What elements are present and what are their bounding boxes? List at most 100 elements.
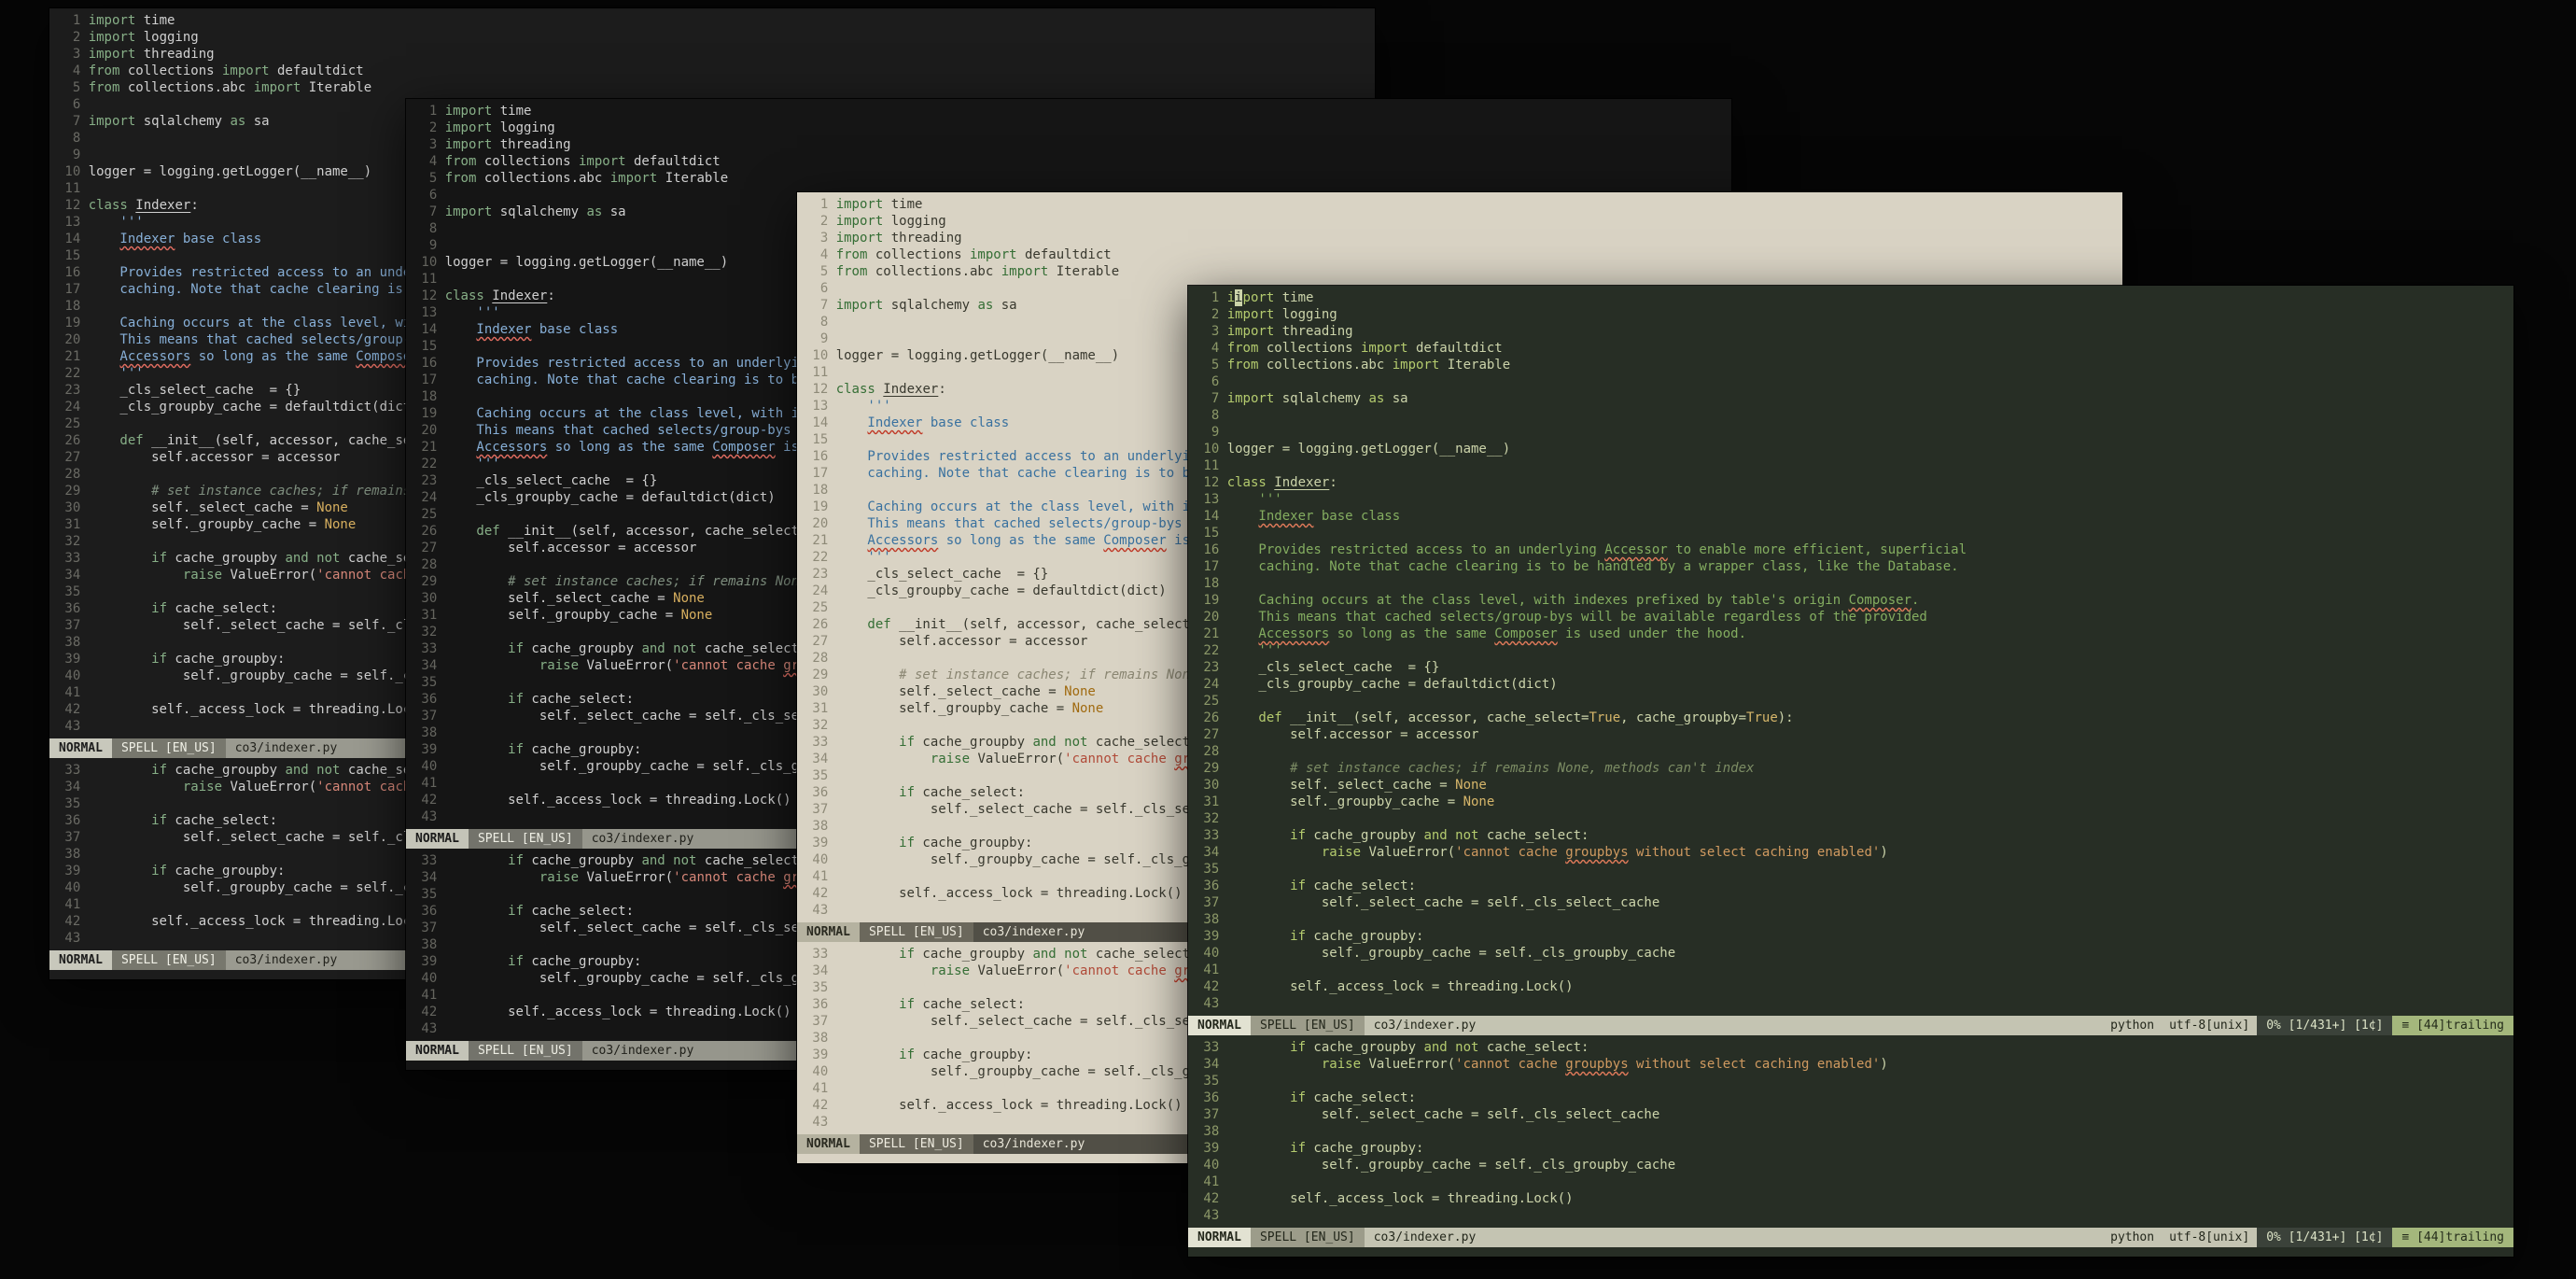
misspelled-word: groupbys: [1565, 845, 1629, 860]
line-number: 14: [64, 232, 81, 246]
mode-indicator: NORMAL: [406, 829, 469, 849]
line-number: 34: [812, 963, 829, 978]
misspelled-word: Indexer: [1258, 509, 1314, 524]
code-line: 40 self._groupby_cache = self._cls_group…: [1196, 1157, 2513, 1174]
code-line: 39 if cache_groupby:: [1196, 928, 2513, 945]
code-text: self._access_lock = threading.Lock(): [88, 914, 435, 929]
code-text: if cache_groupby:: [899, 1047, 1033, 1062]
filename-label: co3/indexer.py: [234, 741, 338, 755]
line-number: 23: [421, 473, 438, 488]
editor-pane-top[interactable]: 1 import time i 2 import logging 3 import thre…: [1188, 286, 2513, 1016]
code-line: 35: [1196, 861, 2513, 878]
line-number: 6: [819, 281, 829, 296]
line-number: 38: [64, 635, 81, 650]
code-line: 2 import logging: [413, 119, 1731, 136]
code-text: self._select_cache = self._cls_select_ca…: [1226, 1107, 1660, 1122]
line-number: 32: [1203, 811, 1220, 826]
filetype-indicator: python: [2110, 1230, 2155, 1244]
code-line: 6: [1196, 373, 2513, 390]
code-text: Indexer base class: [119, 232, 262, 246]
line-number: 37: [64, 618, 81, 633]
line-number: 1: [428, 104, 438, 119]
code-text: Caching occurs at the class level, with …: [1226, 593, 1920, 608]
code-text: if cache_select:: [151, 601, 278, 616]
line-number: 41: [64, 685, 81, 700]
misspelled-word: Accessors: [867, 533, 939, 548]
line-number: 43: [1203, 1208, 1220, 1223]
line-number: 35: [1203, 1074, 1220, 1089]
misspelled-word: Indexer: [867, 415, 923, 430]
line-number: 26: [812, 617, 829, 632]
line-number: 16: [812, 449, 829, 464]
line-number: 31: [64, 517, 81, 532]
line-number: 11: [812, 365, 829, 380]
line-number: 35: [1203, 862, 1220, 877]
code-text: Provides restricted access to an underly…: [1226, 542, 1967, 557]
line-number: 40: [812, 852, 829, 867]
mode-indicator: NORMAL: [797, 1134, 860, 1154]
statusline-spacer: [1485, 1016, 2103, 1035]
code-text: if cache_groupby:: [1290, 1141, 1424, 1156]
code-line: 3 import threading: [413, 136, 1731, 153]
code-text: self._groupby_cache = None: [88, 517, 357, 532]
spell-indicator: SPELL [EN_US]: [1250, 1016, 1365, 1035]
line-number: 43: [64, 719, 81, 734]
line-number: 19: [1203, 593, 1220, 608]
line-number: 37: [421, 709, 438, 724]
line-number: 35: [812, 980, 829, 995]
code-line: 22 ''': [1196, 642, 2513, 659]
code-text: ''': [88, 366, 144, 381]
line-number: 20: [812, 516, 829, 531]
code-line: 26 def __init__(self, accessor, cache_se…: [1196, 710, 2513, 726]
line-number: 9: [428, 238, 438, 253]
cursor-position-indicator: 0% [1/431+] [1¢]: [2257, 1016, 2393, 1035]
line-number: 38: [1203, 1124, 1220, 1139]
code-text: ''': [444, 305, 500, 320]
code-text: import logging: [88, 30, 199, 45]
line-number: 34: [64, 780, 81, 794]
trailing-whitespace-indicator: ≡ [44]trailing: [2392, 1228, 2513, 1247]
line-number: 39: [421, 954, 438, 969]
line-number: 35: [64, 796, 81, 811]
code-text: This means that cached selects/group-bys…: [1226, 610, 1927, 625]
code-text: class Indexer:: [835, 382, 946, 397]
line-number: 6: [428, 188, 438, 203]
misspelled-word: Accessors: [476, 440, 548, 455]
line-number: 17: [812, 466, 829, 481]
line-number: 25: [64, 416, 81, 431]
line-number: 21: [812, 533, 829, 548]
code-line: 36 if cache_select:: [1196, 878, 2513, 894]
code-text: ''': [1226, 492, 1282, 507]
code-text: import time: [835, 197, 923, 212]
line-number: 15: [64, 248, 81, 263]
line-number: 8: [819, 315, 829, 330]
misspelled-word: Composer: [1848, 593, 1912, 608]
spell-indicator: SPELL [EN_US]: [1250, 1228, 1365, 1247]
line-number: 14: [1203, 509, 1220, 524]
code-text: from collections import defaultdict: [1226, 341, 1503, 356]
line-number: 36: [812, 997, 829, 1012]
line-number: 28: [1203, 744, 1220, 759]
encoding-indicator: utf-8[unix]: [2169, 1019, 2250, 1033]
line-number: 18: [812, 483, 829, 498]
code-line: 35: [1196, 1073, 2513, 1089]
code-text: self._select_cache = self._cls_select_ca…: [1226, 895, 1660, 910]
line-number: 41: [812, 1081, 829, 1096]
line-number: 27: [421, 541, 438, 555]
code-line: 10 logger = logging.getLogger(__name__): [1196, 441, 2513, 457]
line-number: 43: [812, 1115, 829, 1130]
editor-pane-bottom[interactable]: 33 if cache_groupby and not cache_select…: [1188, 1035, 2513, 1228]
line-number: 4: [1211, 341, 1220, 356]
terminal-window-4[interactable]: 1 import time i 2 import logging 3 import thre…: [1187, 285, 2514, 1258]
code-text: _cls_groupby_cache = defaultdict(dict): [444, 490, 776, 505]
filename-label: co3/indexer.py: [591, 832, 694, 846]
line-number: 39: [421, 742, 438, 757]
line-number: 11: [421, 272, 438, 287]
line-number: 12: [812, 382, 829, 397]
line-number: 37: [421, 921, 438, 935]
code-line: 36 if cache_select:: [1196, 1089, 2513, 1106]
line-number: 16: [64, 265, 81, 280]
line-number: 33: [812, 735, 829, 750]
spell-indicator: SPELL [EN_US]: [111, 950, 226, 970]
code-line: 39 if cache_groupby:: [1196, 1140, 2513, 1157]
